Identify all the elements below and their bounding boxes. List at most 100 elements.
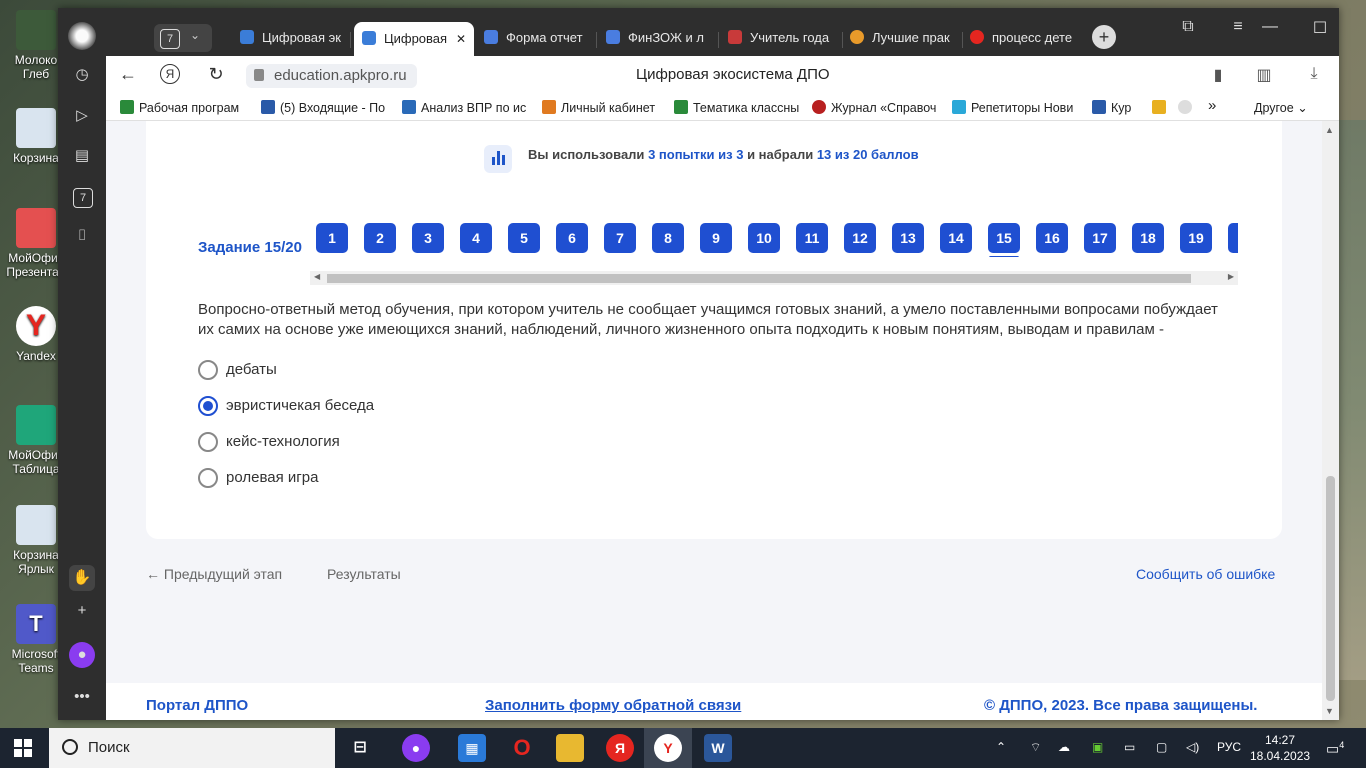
- radio-button-selected[interactable]: [198, 396, 218, 416]
- scroll-left-icon[interactable]: ◀: [314, 272, 320, 281]
- bookmark-item[interactable]: Рабочая програм: [120, 100, 239, 115]
- maximize-button[interactable]: ☐: [1300, 18, 1339, 38]
- bookmark-item[interactable]: Кур: [1092, 100, 1131, 115]
- tabs-count-icon[interactable]: 7: [73, 188, 93, 208]
- reload-button[interactable]: ↻: [204, 64, 228, 85]
- horizontal-scrollbar[interactable]: ◀ ▶: [310, 271, 1238, 285]
- network-icon[interactable]: ⌔: [1030, 740, 1041, 755]
- taskbar-search[interactable]: Поиск: [49, 728, 335, 768]
- alice-icon[interactable]: ●: [69, 642, 95, 668]
- chevron-up-icon[interactable]: ⌃: [996, 740, 1006, 754]
- start-button[interactable]: [14, 739, 32, 757]
- question-button-7[interactable]: 7: [604, 223, 636, 253]
- question-button-13[interactable]: 13: [892, 223, 924, 253]
- question-button-6[interactable]: 6: [556, 223, 588, 253]
- radio-button[interactable]: [198, 468, 218, 488]
- add-icon[interactable]: +: [69, 598, 95, 624]
- scrollbar-thumb[interactable]: [1326, 476, 1335, 701]
- store-icon[interactable]: ▦: [458, 734, 486, 762]
- question-button-2[interactable]: 2: [364, 223, 396, 253]
- question-button-8[interactable]: 8: [652, 223, 684, 253]
- question-button-15[interactable]: 15: [988, 223, 1020, 253]
- url-field[interactable]: education.apkpro.ru: [246, 64, 417, 88]
- question-button-18[interactable]: 18: [1132, 223, 1164, 253]
- question-button-12[interactable]: 12: [844, 223, 876, 253]
- task-view-icon[interactable]: ⊟: [346, 734, 374, 762]
- more-icon[interactable]: •••: [69, 684, 95, 710]
- bookmark-item[interactable]: Журнал «Справоч: [812, 100, 936, 115]
- back-button[interactable]: ←: [116, 64, 140, 85]
- clock[interactable]: 14:27 18.04.2023: [1250, 732, 1310, 764]
- scroll-down-icon[interactable]: ▼: [1325, 706, 1334, 716]
- battery-icon[interactable]: ▭: [1124, 740, 1135, 754]
- bookmark-item[interactable]: Анализ ВПР по ис: [402, 100, 526, 115]
- question-button-11[interactable]: 11: [796, 223, 828, 253]
- tabs-panel-icon[interactable]: ⧉: [1168, 18, 1208, 36]
- display-icon[interactable]: ▢: [1156, 740, 1167, 754]
- tab-1-active[interactable]: Цифровая ✕: [354, 22, 474, 56]
- collections-icon[interactable]: ▤: [69, 143, 95, 169]
- notifications-icon[interactable]: ▭4: [1326, 740, 1344, 758]
- tab-5[interactable]: Лучшие прак: [850, 24, 954, 52]
- download-icon[interactable]: ⤓: [1302, 65, 1326, 83]
- attempts-summary: Вы использовали 3 попытки из 3 и набрали…: [528, 147, 919, 162]
- close-tab-icon[interactable]: ✕: [456, 22, 466, 56]
- tab-4[interactable]: Учитель года: [728, 24, 836, 52]
- file-explorer-icon[interactable]: [556, 734, 584, 762]
- volume-icon[interactable]: ◁): [1186, 740, 1199, 754]
- scroll-right-icon[interactable]: ▶: [1228, 272, 1234, 281]
- footer-feedback-link[interactable]: Заполнить форму обратной связи: [485, 697, 741, 714]
- yandex-taskbar-icon[interactable]: Я: [606, 734, 634, 762]
- minimize-button[interactable]: —: [1250, 18, 1290, 36]
- other-bookmarks-button[interactable]: Другое ⌄: [1254, 100, 1308, 115]
- tab-0[interactable]: Цифровая эк: [240, 24, 344, 52]
- question-button-10[interactable]: 10: [748, 223, 780, 253]
- alice-taskbar-icon[interactable]: ●: [402, 734, 430, 762]
- question-button-17[interactable]: 17: [1084, 223, 1116, 253]
- bookmark-item[interactable]: (5) Входящие - По: [261, 100, 385, 115]
- question-button-9[interactable]: 9: [700, 223, 732, 253]
- scroll-up-icon[interactable]: ▲: [1325, 125, 1334, 135]
- report-error-link[interactable]: Сообщить об ошибке: [1136, 566, 1275, 582]
- opera-icon[interactable]: O: [508, 734, 536, 762]
- question-button-3[interactable]: 3: [412, 223, 444, 253]
- tab-3[interactable]: ФинЗОЖ и л: [606, 24, 710, 52]
- yandex-button[interactable]: Я: [160, 64, 180, 84]
- question-button-1[interactable]: 1: [316, 223, 348, 253]
- reader-icon[interactable]: ▥: [1252, 65, 1276, 85]
- mail-icon[interactable]: [1152, 100, 1171, 115]
- app-tray-icon[interactable]: ▣: [1092, 740, 1103, 754]
- tab-2[interactable]: Форма отчет: [484, 24, 588, 52]
- prev-stage-link[interactable]: ← Предыдущий этап: [146, 566, 282, 582]
- question-button-4[interactable]: 4: [460, 223, 492, 253]
- tab-counter[interactable]: 7 ⌄: [154, 24, 212, 52]
- history-icon[interactable]: ◷: [69, 62, 95, 88]
- bookmark-icon[interactable]: ▮: [1206, 65, 1230, 85]
- radio-button[interactable]: [198, 360, 218, 380]
- play-icon[interactable]: ▷: [69, 103, 95, 129]
- cloud-icon[interactable]: ☁: [1058, 740, 1070, 754]
- question-button-19[interactable]: 19: [1180, 223, 1212, 253]
- bookmarks-more-button[interactable]: »: [1208, 97, 1216, 114]
- question-button-16[interactable]: 16: [1036, 223, 1068, 253]
- screenshot-icon[interactable]: ⌷: [69, 223, 95, 249]
- profile-avatar[interactable]: [68, 22, 96, 50]
- tab-6[interactable]: процесс дете: [970, 24, 1078, 52]
- question-button-14[interactable]: 14: [940, 223, 972, 253]
- word-icon[interactable]: W: [704, 734, 732, 762]
- results-link[interactable]: Результаты: [327, 566, 401, 582]
- question-button-5[interactable]: 5: [508, 223, 540, 253]
- bookmark-item[interactable]: Репетиторы Нови: [952, 100, 1073, 115]
- hand-icon[interactable]: ✋: [69, 565, 95, 591]
- question-button-next-partial[interactable]: [1228, 223, 1238, 253]
- scrollbar-thumb[interactable]: [327, 274, 1191, 283]
- radio-button[interactable]: [198, 432, 218, 452]
- yandex-browser-taskbar-icon[interactable]: Y: [654, 734, 682, 762]
- bookmark-item[interactable]: Тематика классны: [674, 100, 799, 115]
- language-indicator[interactable]: РУС: [1217, 740, 1241, 754]
- footer-portal-link[interactable]: Портал ДППО: [146, 697, 248, 714]
- vertical-scrollbar[interactable]: ▲ ▼: [1322, 121, 1339, 720]
- new-tab-button[interactable]: +: [1092, 25, 1116, 49]
- bookmark-item[interactable]: Личный кабинет: [542, 100, 655, 115]
- app-icon[interactable]: [1178, 100, 1197, 115]
